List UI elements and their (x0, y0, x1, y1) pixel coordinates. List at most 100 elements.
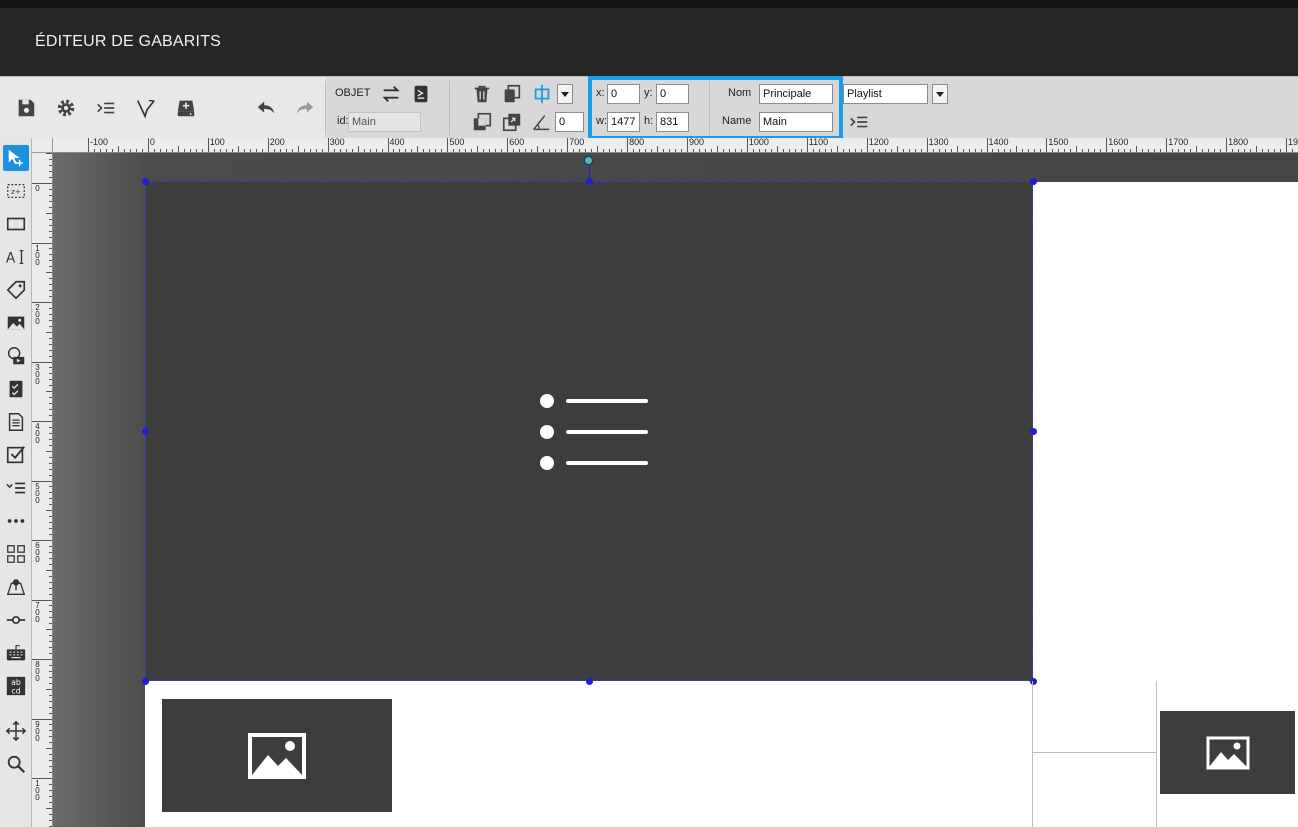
slider-tool[interactable] (3, 607, 29, 633)
text-tool[interactable]: A (3, 244, 29, 270)
resize-handle-top[interactable] (586, 178, 593, 185)
image-region-left[interactable] (162, 699, 392, 812)
list-indent-button[interactable] (94, 96, 118, 120)
copy-button[interactable] (500, 82, 524, 106)
ruler-minor-tick (195, 149, 197, 152)
checklist-tool[interactable] (3, 376, 29, 402)
vertical-ruler[interactable]: 0 100 200 300 400 500 600 700 800 900 100 (32, 153, 53, 827)
resize-handle-bottom-left[interactable] (142, 678, 149, 685)
select-tool[interactable] (3, 145, 29, 171)
save-button[interactable] (14, 96, 38, 120)
grid-tool[interactable] (3, 541, 29, 567)
zoom-tool[interactable] (3, 751, 29, 777)
ruler-label: 1700 (1168, 138, 1189, 147)
move-tool[interactable] (3, 718, 29, 744)
ruler-minor-tick (49, 641, 52, 643)
x-label: x: (596, 87, 605, 99)
settings-button[interactable] (54, 96, 78, 120)
name-field[interactable] (759, 112, 833, 132)
ruler-major-tick (88, 138, 89, 152)
check-list-tool[interactable] (3, 475, 29, 501)
angle-field[interactable] (555, 112, 584, 132)
height-field[interactable] (656, 112, 689, 132)
svg-text:cd: cd (11, 686, 20, 695)
redo-button[interactable] (293, 96, 317, 120)
ruler-minor-tick (1250, 149, 1252, 152)
ruler-minor-tick (369, 149, 371, 152)
ruler-minor-tick (1010, 149, 1012, 152)
layout-canvas[interactable] (53, 153, 1298, 827)
name-label: Name (722, 115, 752, 127)
main-playlist-region[interactable] (145, 181, 1033, 681)
title-bar: ÉDITEUR DE GABARITS (0, 8, 1298, 76)
z-order-tool[interactable]: z+ (3, 178, 29, 204)
pen-tool-icon (137, 99, 155, 119)
ruler-minor-tick (597, 146, 599, 152)
ruler-label: 1500 (1048, 138, 1069, 147)
ruler-major-tick (746, 138, 748, 152)
checkbox-tool[interactable] (3, 442, 29, 468)
more-tool[interactable] (3, 508, 29, 534)
map-tool[interactable] (3, 574, 29, 600)
ruler-minor-tick (788, 149, 790, 152)
width-field[interactable] (607, 112, 640, 132)
ruler-minor-tick (483, 149, 485, 152)
resize-handle-top-right[interactable] (1030, 178, 1037, 185)
ruler-minor-tick (49, 498, 52, 500)
pen-tool-button[interactable] (134, 96, 158, 120)
ruler-minor-tick (49, 218, 52, 220)
ruler-minor-tick (435, 149, 437, 152)
image-tool[interactable] (3, 310, 29, 336)
zoom-icon (7, 755, 26, 774)
media-tool[interactable] (3, 343, 29, 369)
ruler-minor-tick (279, 149, 281, 152)
ruler-minor-tick (1058, 149, 1060, 152)
region-type-select[interactable] (843, 84, 928, 104)
ruler-minor-tick (525, 149, 527, 152)
rectangle-tool[interactable] (3, 211, 29, 237)
id-field[interactable] (348, 112, 421, 132)
tag-tool[interactable] (3, 277, 29, 303)
resize-handle-bottom[interactable] (586, 678, 593, 685)
document-tool[interactable] (3, 409, 29, 435)
map-icon (6, 579, 26, 596)
ruler-label: 1300 (928, 138, 949, 147)
undo-button[interactable] (254, 96, 278, 120)
template-button[interactable] (409, 82, 433, 106)
ruler-label: 200 (269, 138, 285, 147)
send-backward-button[interactable] (470, 110, 494, 134)
resize-handle-left[interactable] (142, 428, 149, 435)
align-dropdown[interactable] (557, 84, 573, 104)
ruler-minor-tick (884, 149, 886, 152)
abcd-tool[interactable]: ab cd (3, 673, 29, 699)
ruler-label: 1200 (868, 138, 889, 147)
bring-forward-button[interactable] (500, 110, 524, 134)
keyboard-tool[interactable] (3, 640, 29, 666)
ruler-minor-tick (49, 415, 52, 417)
y-field[interactable] (656, 84, 689, 104)
image-region-right[interactable] (1160, 711, 1295, 794)
nom-field[interactable] (759, 84, 833, 104)
ruler-minor-tick (1064, 149, 1066, 152)
rotation-angle-button[interactable] (530, 110, 554, 134)
align-center-button[interactable] (530, 82, 554, 106)
resize-handle-right[interactable] (1030, 428, 1037, 435)
x-field[interactable] (607, 84, 640, 104)
ruler-minor-tick (1148, 149, 1150, 152)
toolbar-separator (449, 81, 450, 135)
ruler-minor-tick (49, 545, 52, 547)
ruler-minor-tick (141, 149, 143, 152)
ruler-minor-tick (93, 149, 95, 152)
rotation-handle[interactable] (584, 156, 593, 165)
horizontal-ruler[interactable]: -100 0 100 200 300 400 500 600 700 800 900 1000 1100… (53, 138, 1298, 153)
playlist-indent-button[interactable] (847, 110, 871, 134)
ruler-minor-tick (49, 813, 52, 815)
ruler-minor-tick (962, 149, 964, 152)
ruler-minor-tick (49, 760, 52, 762)
delete-button[interactable] (470, 82, 494, 106)
add-drive-button[interactable] (174, 96, 198, 120)
region-type-dropdown[interactable] (932, 84, 948, 104)
ruler-label: 700 (569, 138, 585, 147)
swap-button[interactable] (379, 82, 403, 106)
resize-handle-top-left[interactable] (142, 178, 149, 185)
